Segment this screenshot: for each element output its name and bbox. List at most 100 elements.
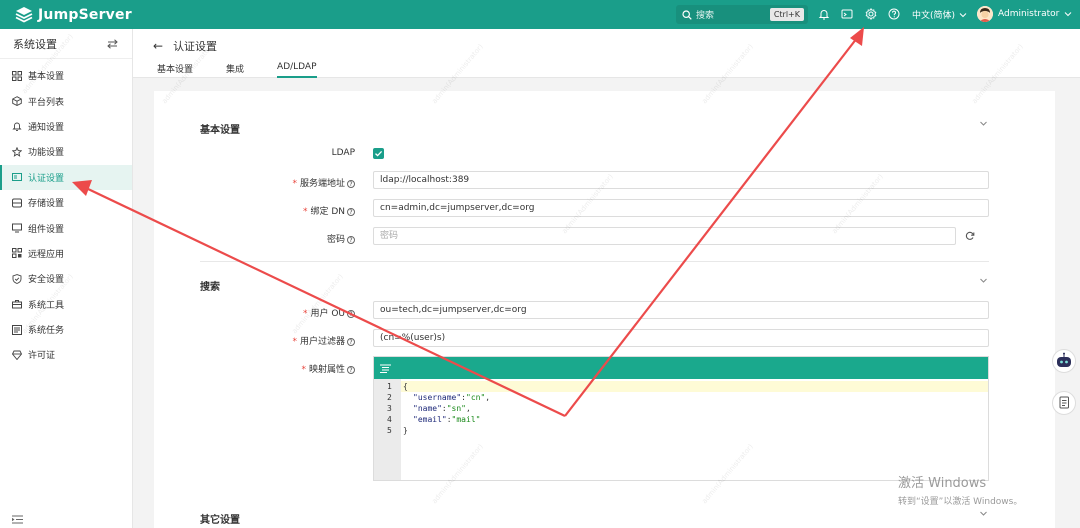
- section-title-basic: 基本设置: [200, 125, 240, 136]
- tab-basic[interactable]: 基本设置: [157, 62, 193, 78]
- gear-icon[interactable]: [865, 8, 877, 20]
- editor-code[interactable]: { "username": "cn", "name": "sn", "email…: [401, 379, 988, 480]
- user-menu[interactable]: Administrator: [977, 6, 1072, 22]
- grid-icon: [12, 70, 22, 81]
- sidebar-item-remote-apps[interactable]: 远程应用: [0, 241, 132, 266]
- line-number: 1: [387, 382, 392, 391]
- bind-dn-field[interactable]: cn=admin,dc=jumpserver,dc=org: [373, 199, 989, 217]
- sidebar-item-label: 组件设置: [28, 224, 65, 235]
- code-line: {: [401, 381, 988, 392]
- sidebar-item-features[interactable]: 功能设置: [0, 139, 132, 164]
- toolbox-icon: [12, 300, 22, 309]
- sidebar-item-auth[interactable]: 认证设置: [0, 164, 132, 191]
- chevron-down-icon[interactable]: [979, 119, 988, 128]
- section-title-search: 搜索: [200, 282, 220, 293]
- ldap-label: LDAP: [331, 148, 355, 158]
- code-line: }: [403, 426, 408, 435]
- page-header: ← 认证设置 基本设置 集成 AD/LDAP: [133, 29, 1080, 78]
- language-label: 中文(简体): [912, 11, 956, 21]
- server-label: * 服务端地址?: [292, 176, 355, 189]
- cube-icon: [12, 96, 22, 107]
- attr-map-json-editor[interactable]: 1 2 3 4 5 { "username": "cn", "name": "s…: [373, 356, 989, 481]
- help-icon: ?: [347, 179, 355, 188]
- help-icon: ?: [347, 337, 355, 346]
- sidebar-item-label: 平台列表: [28, 97, 65, 108]
- assistant-bot-button[interactable]: [1052, 349, 1076, 373]
- sidebar-item-tasks[interactable]: 系统任务: [0, 317, 132, 342]
- help-icon: ?: [347, 309, 355, 318]
- sidebar-item-label: 功能设置: [28, 148, 65, 159]
- storage-icon: [12, 198, 22, 208]
- user-ou-field[interactable]: ou=tech,dc=jumpserver,dc=org: [373, 301, 989, 319]
- user-avatar-icon: [977, 6, 993, 22]
- bell-icon[interactable]: [818, 8, 830, 20]
- sidebar-item-license[interactable]: 许可证: [0, 342, 132, 367]
- terminal-icon[interactable]: [841, 8, 853, 20]
- sidebar-item-basic[interactable]: 基本设置: [0, 63, 132, 88]
- sidebar-item-platforms[interactable]: 平台列表: [0, 88, 132, 113]
- license-icon: [12, 350, 22, 360]
- activation-subtitle: 转到“设置”以激活 Windows。: [898, 497, 1023, 507]
- mapping-label: * 映射属性?: [301, 362, 355, 375]
- sidebar-item-label: 安全设置: [28, 275, 65, 286]
- section-divider: [200, 261, 989, 262]
- chevron-down-icon[interactable]: [979, 276, 988, 285]
- star-icon: [12, 146, 22, 157]
- switch-icon[interactable]: [107, 38, 118, 49]
- help-icon: ?: [347, 207, 355, 216]
- code-line: "username": "cn",: [413, 393, 491, 402]
- line-number: 4: [387, 415, 392, 424]
- password-field[interactable]: 密码: [373, 227, 956, 245]
- search-input[interactable]: 搜索 Ctrl+K: [676, 5, 808, 24]
- monitor-icon: [12, 223, 22, 233]
- activation-title: 激活 Windows: [898, 476, 987, 491]
- search-icon: [682, 9, 692, 20]
- sidebar: 系统设置 基本设置 平台列表 通知设置 功能设置 认证设置 存储设置 组件设置 …: [0, 29, 133, 528]
- sidebar-item-storage[interactable]: 存储设置: [0, 190, 132, 215]
- language-selector[interactable]: 中文(简体): [912, 8, 967, 21]
- brand-name: JumpServer: [38, 6, 132, 23]
- user-filter-label: * 用户过滤器?: [292, 334, 355, 347]
- bind-dn-label: * 绑定 DN?: [303, 204, 355, 217]
- breadcrumb: ← 认证设置: [153, 38, 217, 54]
- editor-body: 1 2 3 4 5 { "username": "cn", "name": "s…: [374, 379, 988, 480]
- refresh-icon[interactable]: [965, 231, 975, 241]
- sidebar-item-security[interactable]: 安全设置: [0, 266, 132, 291]
- line-number: 5: [387, 426, 392, 435]
- sidebar-item-label: 基本设置: [28, 72, 65, 83]
- server-uri-field[interactable]: ldap://localhost:389: [373, 171, 989, 189]
- sidebar-item-components[interactable]: 组件设置: [0, 215, 132, 240]
- help-icon: ?: [347, 235, 355, 244]
- robot-icon: [1057, 352, 1071, 367]
- sidebar-item-label: 通知设置: [28, 122, 65, 133]
- chevron-down-icon[interactable]: [979, 509, 988, 518]
- help-icon: ?: [347, 365, 355, 374]
- sidebar-item-tools[interactable]: 系统工具: [0, 292, 132, 317]
- search-shortcut-badge: Ctrl+K: [769, 8, 804, 21]
- format-json-icon[interactable]: [380, 364, 391, 373]
- docs-button[interactable]: [1052, 391, 1076, 415]
- check-icon: [375, 150, 383, 157]
- sidebar-title: 系统设置: [13, 37, 57, 51]
- help-icon[interactable]: [888, 8, 900, 20]
- chevron-down-icon: [1065, 12, 1072, 17]
- tab-integration[interactable]: 集成: [226, 62, 244, 78]
- document-icon: [1059, 396, 1069, 409]
- jumpserver-logo-icon: [15, 6, 33, 23]
- sidebar-item-notifications[interactable]: 通知设置: [0, 114, 132, 139]
- top-bar: JumpServer 搜索 Ctrl+K 中文(简体) Administrato…: [0, 0, 1080, 29]
- sidebar-menu: 基本设置 平台列表 通知设置 功能设置 认证设置 存储设置 组件设置 远程应用: [0, 59, 132, 368]
- windows-activation-notice: 激活 Windows 转到“设置”以激活 Windows。: [898, 472, 1022, 507]
- password-label: 密码?: [327, 232, 355, 245]
- tab-ad-ldap[interactable]: AD/LDAP: [277, 62, 317, 78]
- logo[interactable]: JumpServer: [15, 6, 132, 24]
- tasks-icon: [12, 324, 22, 335]
- editor-gutter: 1 2 3 4 5: [374, 379, 401, 480]
- ldap-checkbox[interactable]: [373, 148, 384, 159]
- apps-icon: [12, 248, 22, 259]
- user-filter-field[interactable]: (cn=%(user)s): [373, 329, 989, 347]
- editor-toolbar: [374, 357, 988, 379]
- back-arrow-icon[interactable]: ←: [153, 39, 163, 53]
- collapse-sidebar-icon[interactable]: [12, 515, 23, 524]
- shield-icon: [12, 273, 22, 284]
